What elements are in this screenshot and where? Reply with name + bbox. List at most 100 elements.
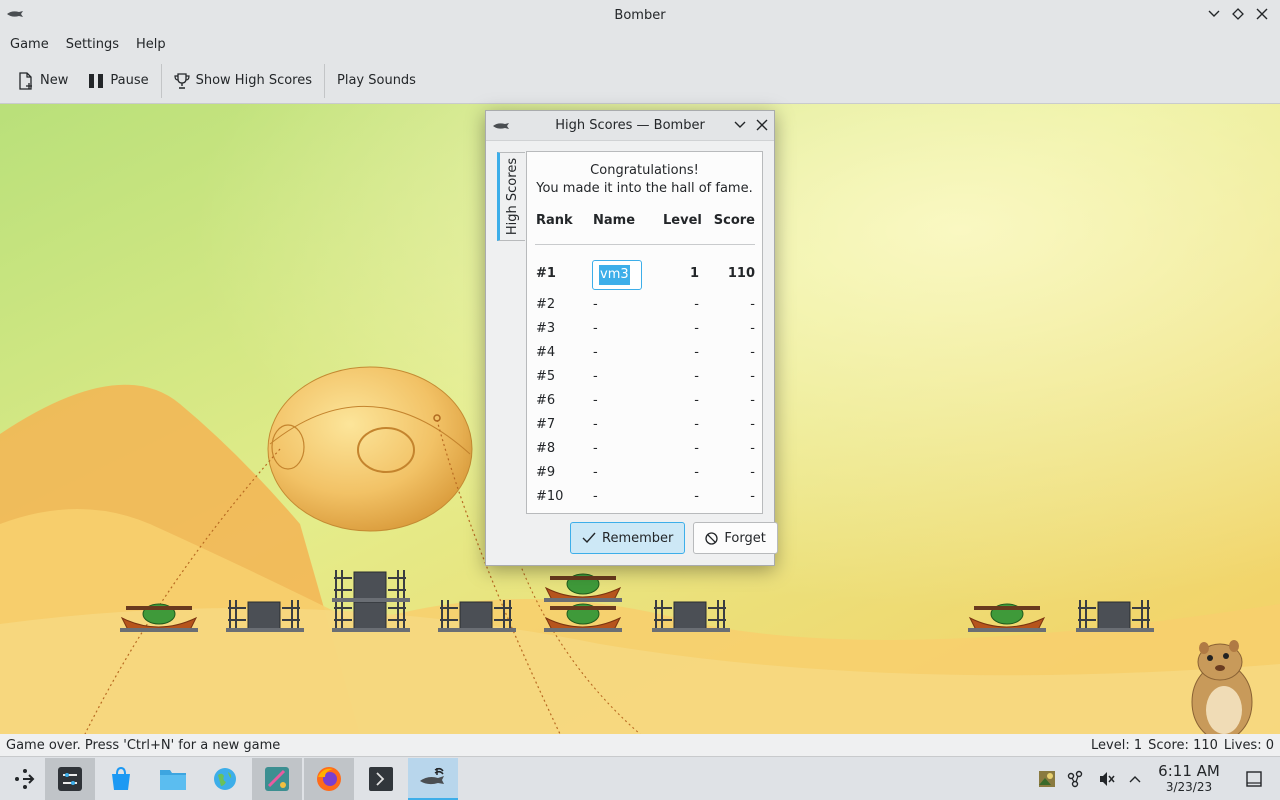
dialog-title: High Scores — Bomber <box>555 118 705 133</box>
diamond-icon <box>1232 8 1244 20</box>
window-title: Bomber <box>614 7 666 23</box>
toolbar: New Pause Show High Scores Play Sounds <box>0 58 1280 104</box>
close-button[interactable] <box>1254 6 1270 22</box>
task-firefox[interactable] <box>304 758 354 800</box>
new-game-button[interactable]: New <box>8 64 78 98</box>
row-rank: #8 <box>536 441 556 456</box>
row-rank: #10 <box>536 489 564 504</box>
terminal-icon <box>369 767 393 791</box>
tray-image-icon <box>1039 771 1055 787</box>
minimize-button[interactable] <box>1206 6 1222 22</box>
trophy-icon <box>173 72 190 89</box>
row-level: - <box>694 441 699 456</box>
clock[interactable]: 6:11 AM 3/23/23 <box>1150 762 1228 795</box>
tab-high-scores-label: High Scores <box>505 157 521 236</box>
pause-button[interactable]: Pause <box>78 64 158 98</box>
forget-button[interactable]: Forget <box>693 522 778 554</box>
volume-muted-icon <box>1100 772 1115 786</box>
row-name: - <box>593 369 598 384</box>
status-lives: Lives: 0 <box>1223 737 1274 753</box>
table-row: #1 vm3 1 110 <box>527 260 762 290</box>
bomber-icon <box>420 767 444 785</box>
task-bomber[interactable] <box>408 758 458 800</box>
row-level: - <box>694 297 699 312</box>
tray-expand-button[interactable] <box>1126 757 1144 800</box>
cancel-icon <box>705 531 719 545</box>
maximize-button[interactable] <box>1230 6 1246 22</box>
row-score: - <box>750 489 755 504</box>
tray-image-button[interactable] <box>1036 757 1058 800</box>
bomber-app-icon <box>493 123 509 129</box>
application-launcher[interactable] <box>0 758 50 800</box>
show-high-scores-button[interactable]: Show High Scores <box>164 64 322 98</box>
row-rank: #4 <box>536 345 556 360</box>
close-icon <box>756 119 768 131</box>
menu-game[interactable]: Game <box>4 37 55 52</box>
task-terminal[interactable] <box>356 758 406 800</box>
row-rank: #6 <box>536 393 556 408</box>
table-row: #4 - - - <box>527 343 762 363</box>
row-rank: #9 <box>536 465 556 480</box>
dialog-close-button[interactable] <box>756 118 768 136</box>
status-bar: Game over. Press 'Ctrl+N' for a new game… <box>0 734 1280 756</box>
play-sounds-label: Play Sounds <box>337 73 416 88</box>
name-entry-text: vm3 <box>599 265 630 285</box>
row-score: - <box>750 369 755 384</box>
row-name: - <box>593 441 598 456</box>
task-discover[interactable] <box>96 758 146 800</box>
row-rank: #5 <box>536 369 556 384</box>
show-desktop-button[interactable] <box>1242 757 1266 800</box>
task-app[interactable] <box>252 758 302 800</box>
menu-settings[interactable]: Settings <box>60 37 125 52</box>
tray-network-button[interactable] <box>1064 757 1086 800</box>
new-game-label: New <box>40 73 69 88</box>
show-high-scores-label: Show High Scores <box>195 73 312 88</box>
row-score: - <box>750 297 755 312</box>
row-score: - <box>750 441 755 456</box>
row-level: - <box>694 417 699 432</box>
row-score: - <box>750 345 755 360</box>
task-files[interactable] <box>148 758 198 800</box>
row-level: - <box>694 345 699 360</box>
task-browser[interactable] <box>200 758 250 800</box>
header-name: Name <box>593 213 636 228</box>
volume-button[interactable] <box>1096 757 1118 800</box>
high-scores-dialog: High Scores — Bomber High Scores Congrat… <box>485 110 778 566</box>
tray-network-icon <box>1067 770 1083 788</box>
row-level: - <box>694 369 699 384</box>
remember-label: Remember <box>602 530 674 546</box>
congrats-line-2: You made it into the hall of fame. <box>536 181 753 196</box>
row-name: - <box>593 417 598 432</box>
congratulations-message: Congratulations! You made it into the ha… <box>527 162 762 198</box>
clock-time: 6:11 AM <box>1158 762 1220 780</box>
table-row: #3 - - - <box>527 319 762 339</box>
menu-help[interactable]: Help <box>130 37 172 52</box>
forget-label: Forget <box>724 530 766 546</box>
tray-expand-icon <box>1129 776 1141 783</box>
header-level: Level <box>663 213 702 228</box>
menu-bar: Game Settings Help <box>0 30 1280 58</box>
files-icon <box>160 770 186 790</box>
header-divider <box>535 244 755 245</box>
system-settings-icon <box>58 767 82 791</box>
remember-button[interactable]: Remember <box>570 522 686 554</box>
new-document-icon <box>19 71 32 90</box>
row-level: 1 <box>689 266 699 281</box>
status-message: Game over. Press 'Ctrl+N' for a new game <box>6 737 281 753</box>
row-score: - <box>750 465 755 480</box>
row-score: - <box>750 321 755 336</box>
pause-icon <box>89 73 104 88</box>
status-score: Score: 110 <box>1148 737 1218 753</box>
table-row: #2 - - - <box>527 295 762 315</box>
pause-label: Pause <box>110 73 149 88</box>
browser-globe-icon <box>214 768 236 790</box>
name-entry-field[interactable]: vm3 <box>592 260 642 290</box>
discover-icon <box>112 766 130 790</box>
dialog-minimize-button[interactable] <box>734 118 746 136</box>
task-system-settings[interactable] <box>45 758 95 800</box>
header-score: Score <box>713 213 755 228</box>
row-rank: #2 <box>536 297 556 312</box>
play-sounds-toggle[interactable]: Play Sounds <box>327 64 426 98</box>
tab-high-scores[interactable]: High Scores <box>497 152 525 241</box>
bomber-app-icon <box>7 11 23 17</box>
